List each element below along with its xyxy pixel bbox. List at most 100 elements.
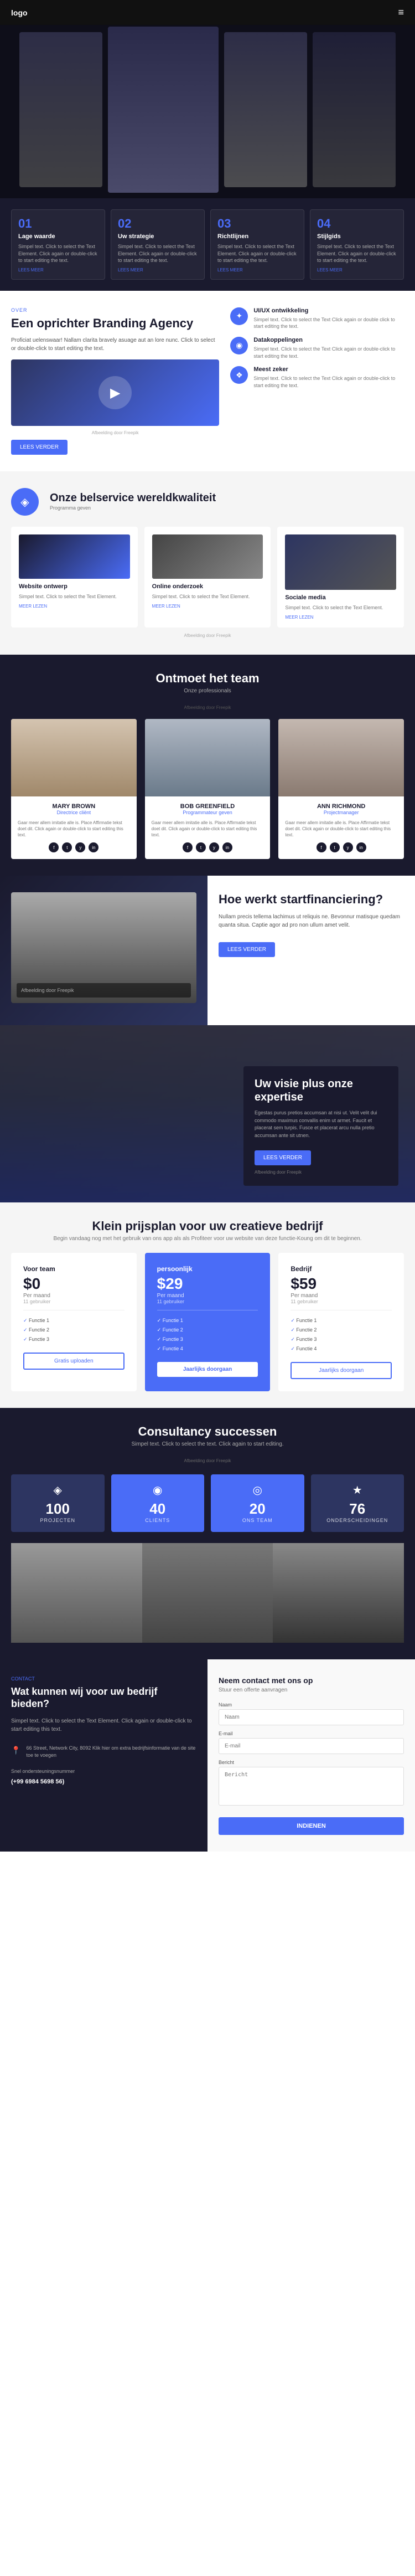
facebook-icon-2[interactable]: f (183, 842, 193, 852)
financing-btn[interactable]: LEES VERDER (219, 942, 275, 957)
step-link-1[interactable]: LEES MEER (18, 268, 98, 272)
facebook-icon-3[interactable]: f (317, 842, 326, 852)
step-text-4: Simpel text. Click to select the Text El… (317, 243, 397, 264)
step-link-3[interactable]: LEES MEER (217, 268, 297, 272)
team-body-2: BOB GREENFIELD Programmateur geven Gaar … (145, 796, 271, 860)
step-link-4[interactable]: LEES MEER (317, 268, 397, 272)
about-image: ▶ (11, 359, 219, 426)
contact-address-text: 66 Street, Network City, 8092 Klik hier … (26, 1745, 196, 1760)
contact-subtitle: Simpel text. Click to select the Text El… (11, 1717, 196, 1734)
about-tag: OVER (11, 307, 219, 313)
step-title-1: Lage waarde (18, 233, 98, 240)
stats-grid: ◈ 100 PROJECTEN ◉ 40 CLIENTS ◎ 20 ONS TE… (11, 1474, 404, 1532)
twitter-icon-3[interactable]: t (330, 842, 340, 852)
step-link-2[interactable]: LEES MEER (118, 268, 198, 272)
pricing-btn-2[interactable]: Jaarlijks doorgaan (157, 1362, 258, 1377)
team-desc-2: Gaar meer allem imitatie alle is. Place … (152, 820, 264, 839)
services-section: ◈ Onze belservice wereldkwaliteit Progra… (0, 471, 415, 655)
stat-card-3: ◎ 20 ONS TEAM (211, 1474, 304, 1532)
services-grid: Website ontwerp Simpel text. Click to se… (11, 527, 404, 628)
team-role-2: Programmateur geven (152, 810, 264, 815)
service-card-2: Online onderzoek Simpel text. Click to s… (144, 527, 271, 628)
form-group-message: Bericht (219, 1760, 404, 1808)
pricing-title: Klein prijsplan voor uw creatieve bedrij… (11, 1219, 404, 1233)
step-text-1: Simpel text. Click to select the Text El… (18, 243, 98, 264)
linkedin-icon-2[interactable]: in (222, 842, 232, 852)
submit-button[interactable]: INDIENEN (219, 1817, 404, 1835)
pricing-period-1: Per maand (23, 1293, 124, 1299)
menu-button[interactable]: ≡ (398, 7, 404, 18)
hero-people (0, 21, 415, 198)
pricing-plan-title-2: persoonlijk (157, 1265, 258, 1273)
about-feature-2: ◉ Datakoppelingen Simpel text. Click to … (230, 337, 404, 359)
expertise-caption: Afbeelding door Freepik (255, 1170, 387, 1175)
team-name-2: BOB GREENFIELD (152, 803, 264, 810)
facebook-icon-1[interactable]: f (49, 842, 59, 852)
form-input-email[interactable] (219, 1738, 404, 1754)
pricing-btn-3[interactable]: Jaarlijks doorgaan (290, 1362, 392, 1379)
linkedin-icon-3[interactable]: in (356, 842, 366, 852)
step-num-1: 01 (18, 217, 98, 231)
contact-tag: CONTACT (11, 1676, 196, 1682)
service-image-2 (152, 534, 263, 579)
financing-text: Nullam precis tellema lachimus ut reliqu… (219, 913, 404, 929)
team-card-3: ANN RICHMOND Projectmanager Gaar meer al… (278, 719, 404, 860)
about-section: OVER Een oprichter Branding Agency Profi… (0, 291, 415, 471)
navigation: logo ≡ (0, 0, 415, 25)
pricing-users-3: 11 gebruiker (290, 1299, 392, 1304)
team-title: Ontmoet het team (11, 671, 404, 686)
financing-image: Afbeelding door Freepik (11, 892, 196, 1003)
pricing-subtitle: Begin vandaag nog met het gebruik van on… (11, 1236, 404, 1242)
service-link-2[interactable]: MEER LEZEN (152, 604, 263, 609)
stat-label-2: CLIENTS (120, 1518, 196, 1523)
social-icons-3: f t y in (285, 842, 397, 852)
about-left: OVER Een oprichter Branding Agency Profi… (11, 307, 219, 455)
twitter-icon-2[interactable]: t (196, 842, 206, 852)
feature-icon-3: ❖ (230, 366, 248, 384)
pricing-btn-1[interactable]: Gratis uploaden (23, 1353, 124, 1370)
form-label-message: Bericht (219, 1760, 404, 1765)
expertise-text: Egestas purus pretios accumsan at nisi u… (255, 1109, 387, 1139)
pricing-feature-3-1: Functie 1 (290, 1316, 392, 1325)
contact-address-item: 📍 66 Street, Network City, 8092 Klik hie… (11, 1745, 196, 1760)
form-label-name: Naam (219, 1702, 404, 1708)
financing-section: Afbeelding door Freepik Hoe werkt startf… (0, 876, 415, 1025)
pricing-features-3: Functie 1 Functie 2 Functie 3 Functie 4 (290, 1316, 392, 1354)
stats-img-3 (273, 1543, 404, 1643)
team-image-2 (145, 719, 271, 796)
hero-person-main (108, 27, 219, 193)
stat-card-2: ◉ 40 CLIENTS (111, 1474, 205, 1532)
hero-person-3 (313, 32, 396, 187)
financing-left: Afbeelding door Freepik (0, 876, 208, 1025)
feature-text-2: Simpel text. Click to select the Text Cl… (253, 346, 404, 359)
service-link-1[interactable]: MEER LEZEN (19, 604, 130, 609)
stat-label-4: ONDERSCHEIDINGEN (320, 1518, 396, 1523)
team-name-1: MARY BROWN (18, 803, 130, 810)
expertise-btn[interactable]: LEES VERDER (255, 1150, 311, 1165)
pricing-card-2: persoonlijk $29 Per maand 11 gebruiker F… (145, 1253, 271, 1391)
pricing-card-1: Voor team $0 Per maand 11 gebruiker Func… (11, 1253, 137, 1391)
service-title-2: Online onderzoek (152, 583, 263, 590)
form-input-name[interactable] (219, 1709, 404, 1725)
feature-title-1: UI/UX ontwikkeling (253, 307, 404, 314)
twitter-icon-1[interactable]: t (62, 842, 72, 852)
linkedin-icon-1[interactable]: in (89, 842, 98, 852)
youtube-icon-2[interactable]: y (209, 842, 219, 852)
service-link-3[interactable]: MEER LEZEN (285, 615, 396, 620)
pricing-feature-3-4: Functie 4 (290, 1344, 392, 1354)
stat-label-1: PROJECTEN (20, 1518, 96, 1523)
contact-phone: (+99 6984 5698 56) (11, 1778, 196, 1785)
service-image-1 (19, 534, 130, 579)
stats-subtitle: Simpel text. Click to select the text. C… (11, 1441, 404, 1447)
youtube-icon-1[interactable]: y (75, 842, 85, 852)
feature-content-3: Meest zeker Simpel text. Click to select… (253, 366, 404, 389)
youtube-icon-3[interactable]: y (343, 842, 353, 852)
form-textarea-message[interactable] (219, 1767, 404, 1806)
step-card-2: 02 Uw strategie Simpel text. Click to se… (111, 209, 205, 280)
about-btn[interactable]: LEES VERDER (11, 440, 68, 455)
stats-title: Consultancy successen (11, 1425, 404, 1439)
pricing-price-3: $59 (290, 1275, 392, 1293)
team-name-3: ANN RICHMOND (285, 803, 397, 810)
logo: logo (11, 8, 28, 17)
about-subtitle: Proficiat uelenswaar! Nallam clarita bra… (11, 336, 219, 353)
